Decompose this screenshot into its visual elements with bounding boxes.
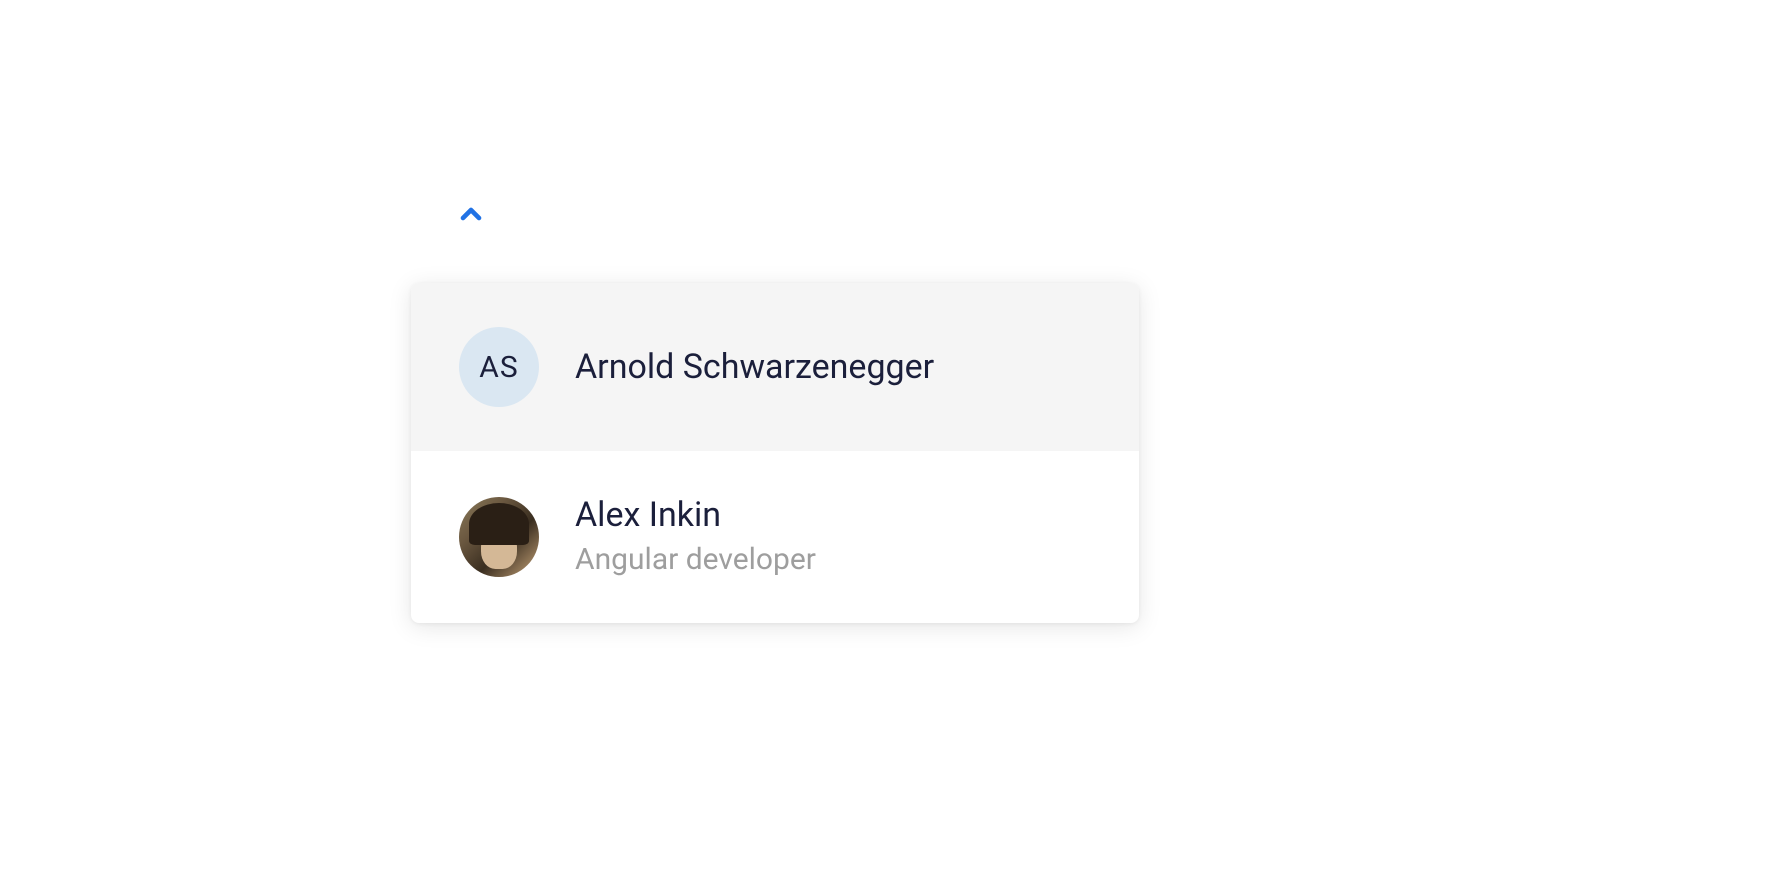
item-name: Arnold Schwarzenegger xyxy=(575,347,934,388)
item-text: Arnold Schwarzenegger xyxy=(575,347,934,388)
chevron-up-icon xyxy=(455,198,487,234)
item-subtitle: Angular developer xyxy=(575,540,816,579)
dropdown-panel: AS Arnold Schwarzenegger Alex Inkin Angu… xyxy=(411,283,1139,623)
avatar: AS xyxy=(459,327,539,407)
avatar-initials: AS xyxy=(479,350,518,385)
chevron-up-button[interactable] xyxy=(455,198,487,234)
item-name: Alex Inkin xyxy=(575,495,816,536)
item-text: Alex Inkin Angular developer xyxy=(575,495,816,579)
dropdown-item[interactable]: Alex Inkin Angular developer xyxy=(411,451,1139,623)
dropdown-item[interactable]: AS Arnold Schwarzenegger xyxy=(411,283,1139,451)
avatar xyxy=(459,497,539,577)
